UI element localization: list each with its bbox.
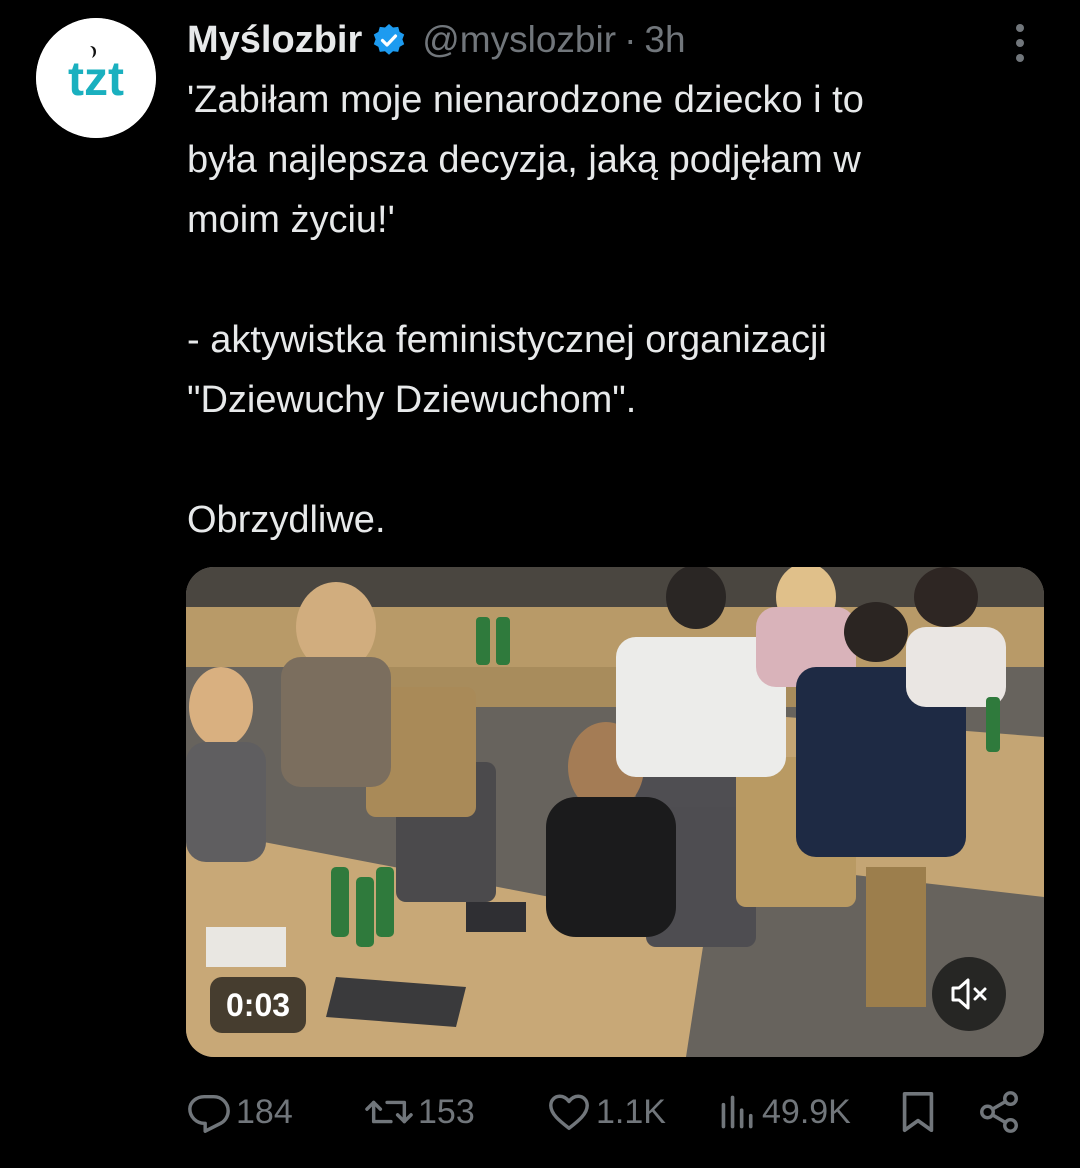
- tweet-text: 'Zabiłam moje nienarodzone dziecko i to …: [187, 70, 1047, 550]
- more-options-icon[interactable]: [1006, 20, 1034, 66]
- reply-icon: [188, 1094, 230, 1133]
- retweet-button[interactable]: 153: [364, 1084, 475, 1140]
- views-button[interactable]: 49.9K: [718, 1084, 851, 1140]
- bookmark-icon: [902, 1091, 934, 1133]
- video-player[interactable]: 0:03: [186, 567, 1044, 1057]
- heart-icon: [549, 1094, 589, 1131]
- volume-muted-icon[interactable]: [932, 957, 1006, 1031]
- tweet: tzt Myślozbir @myslozbir · 3h 'Zabiłam m…: [0, 0, 1080, 1168]
- reply-button[interactable]: 184: [186, 1084, 293, 1140]
- tweet-time[interactable]: 3h: [644, 19, 685, 61]
- like-button[interactable]: 1.1K: [546, 1084, 666, 1140]
- like-count: 1.1K: [596, 1092, 666, 1131]
- retweet-count: 153: [418, 1092, 475, 1131]
- bookmark-button[interactable]: [898, 1084, 938, 1140]
- tweet-line: Obrzydliwe.: [187, 499, 386, 541]
- reply-count: 184: [236, 1092, 293, 1131]
- author-handle[interactable]: @myslozbir: [422, 19, 616, 61]
- tweet-line: była najlepsza decyzja, jaką podjęłam w: [187, 139, 861, 181]
- retweet-icon: [365, 1100, 413, 1124]
- tweet-line: - aktywistka feministycznej organizacji: [187, 319, 827, 361]
- tweet-line: 'Zabiłam moje nienarodzone dziecko i to: [187, 79, 864, 121]
- action-bar: 184 153 1.1K 49.9K: [186, 1084, 1036, 1140]
- share-icon: [980, 1091, 1018, 1133]
- views-icon: [721, 1095, 753, 1129]
- share-button[interactable]: [976, 1084, 1022, 1140]
- avatar-text: tzt: [68, 53, 124, 106]
- tweet-header: Myślozbir @myslozbir · 3h: [187, 14, 686, 66]
- tweet-line: moim życiu!': [187, 199, 395, 241]
- avatar-logo-icon: tzt: [36, 18, 156, 138]
- separator-dot: ·: [624, 19, 637, 60]
- avatar[interactable]: tzt: [36, 18, 156, 138]
- author-display-name[interactable]: Myślozbir: [187, 19, 362, 62]
- verified-badge-icon: [372, 23, 406, 57]
- tweet-line: "Dziewuchy Dziewuchom".: [187, 379, 637, 421]
- video-timestamp: 0:03: [210, 977, 307, 1033]
- views-count: 49.9K: [762, 1092, 851, 1131]
- video-frame: [186, 567, 1044, 1057]
